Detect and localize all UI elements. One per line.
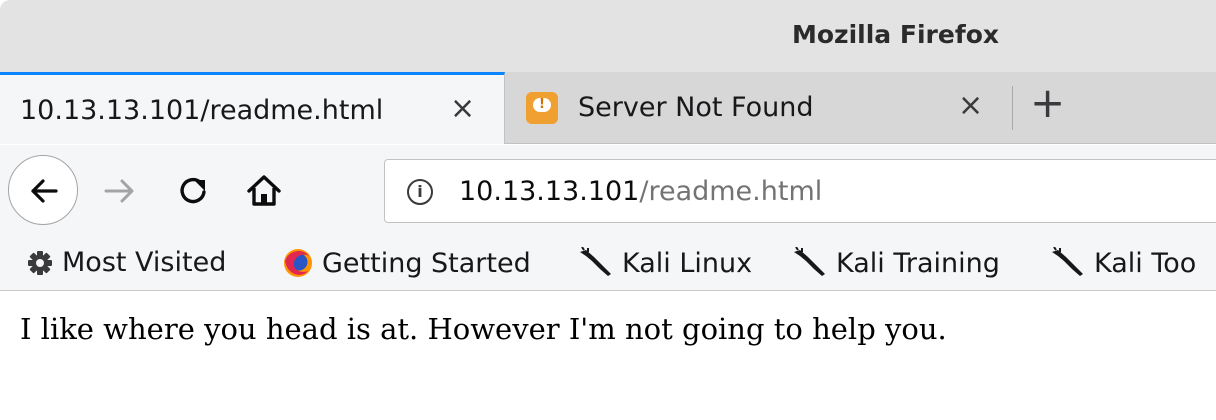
url-bar[interactable]: i 10.13.13.101/readme.html [384, 159, 1216, 223]
bookmarks-toolbar: Most Visited Getting Started Kali Linux … [0, 237, 1216, 291]
bookmark-kali-linux[interactable]: Kali Linux [578, 247, 752, 279]
title-bar: Mozilla Firefox [0, 0, 1216, 72]
tab-server-not-found[interactable]: ! Server Not Found × [506, 72, 1006, 144]
bookmark-label: Kali Training [836, 247, 1000, 279]
reload-button[interactable] [174, 171, 214, 215]
new-tab-button[interactable]: + [1030, 82, 1065, 124]
home-button[interactable] [244, 171, 284, 215]
bookmark-kali-tools[interactable]: Kali Too [1050, 247, 1196, 279]
tab-label: 10.13.13.101/readme.html [20, 95, 384, 126]
gear-icon [28, 250, 52, 275]
tab-label: Server Not Found [578, 92, 814, 123]
window-title: Mozilla Firefox [792, 20, 999, 49]
forward-arrow-icon [104, 179, 134, 203]
kali-dragon-icon [1052, 247, 1083, 276]
kali-dragon-icon [794, 247, 825, 276]
reload-icon [180, 177, 206, 204]
url-host: 10.13.13.101 [459, 176, 640, 207]
tab-close-button[interactable]: × [450, 94, 475, 124]
bookmark-getting-started[interactable]: Getting Started [282, 247, 531, 279]
firefox-icon [284, 249, 312, 277]
url-path: /readme.html [639, 176, 823, 207]
back-arrow-icon [31, 179, 58, 203]
tab-close-button[interactable]: × [958, 91, 983, 121]
kali-dragon-icon [580, 247, 611, 276]
forward-button[interactable] [100, 171, 140, 215]
bookmark-label: Kali Linux [622, 247, 753, 279]
bookmark-label: Most Visited [62, 247, 227, 278]
warning-speech-icon: ! [526, 92, 558, 124]
info-icon[interactable]: i [407, 179, 433, 205]
back-button[interactable] [8, 155, 78, 225]
tab-divider [1012, 86, 1013, 130]
bookmark-most-visited[interactable]: Most Visited [26, 247, 226, 278]
home-icon [247, 175, 281, 206]
bookmark-label: Kali Too [1094, 247, 1197, 279]
bookmark-label: Getting Started [322, 247, 531, 279]
tab-strip: 10.13.13.101/readme.html × ! Server Not … [0, 72, 1216, 144]
page-content: I like where you head is at. However I'm… [0, 292, 1216, 420]
bookmark-kali-training[interactable]: Kali Training [792, 247, 1000, 279]
tab-readme[interactable]: 10.13.13.101/readme.html × [0, 72, 505, 144]
url-text[interactable]: 10.13.13.101/readme.html [459, 176, 822, 207]
page-text: I like where you head is at. However I'm… [20, 312, 947, 346]
navigation-toolbar: i 10.13.13.101/readme.html [0, 145, 1216, 237]
